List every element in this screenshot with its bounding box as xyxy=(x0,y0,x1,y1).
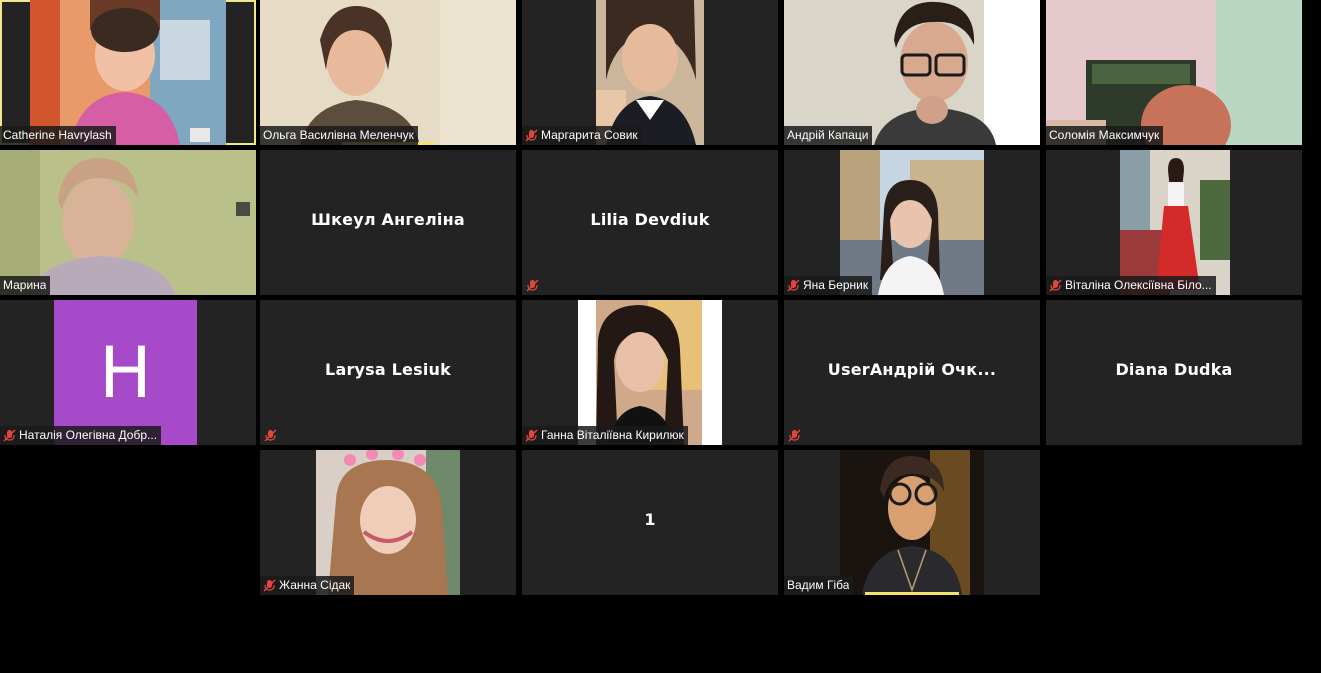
participant-tile-maryna[interactable]: Марина xyxy=(0,150,256,295)
participant-tile-solomiia[interactable]: Соломія Максимчук xyxy=(1046,0,1302,145)
participant-tile-zhanna[interactable]: Жанна Сідак xyxy=(260,450,516,595)
muted-mic-icon xyxy=(525,129,538,142)
speaking-indicator xyxy=(865,592,959,595)
participant-name-label: Андрій Капаци xyxy=(784,126,873,145)
participant-video xyxy=(840,150,984,295)
participant-tile-vitalina[interactable]: Віталіна Олексіївна Біло... xyxy=(1046,150,1302,295)
muted-mic-icon xyxy=(526,279,539,292)
muted-mic-icon xyxy=(1049,279,1062,292)
muted-mic-icon xyxy=(264,429,277,442)
participant-display-name: Larysa Lesiuk xyxy=(325,360,451,379)
participant-tile-yana[interactable]: Яна Берник xyxy=(784,150,1040,295)
participant-name-label: Catherine Havrylash xyxy=(0,126,116,145)
participant-name-label: Віталіна Олексіївна Біло... xyxy=(1046,276,1216,295)
participant-display-name: 1 xyxy=(644,510,656,529)
participant-tile-user-andrii[interactable]: UserАндрій Очк... xyxy=(784,300,1040,445)
muted-mic-icon xyxy=(3,429,16,442)
muted-mic-icon xyxy=(788,429,801,442)
participant-display-name: Lilia Devdiuk xyxy=(590,210,710,229)
gallery-view: Catherine Havrylash Ольга Василівна Меле… xyxy=(0,0,1321,673)
participant-tile-andrii[interactable]: Андрій Капаци xyxy=(784,0,1040,145)
participant-video xyxy=(596,0,704,145)
participant-tile-catherine[interactable]: Catherine Havrylash xyxy=(0,0,256,145)
muted-mic-icon xyxy=(787,279,800,292)
participant-video xyxy=(578,300,722,445)
participant-video xyxy=(30,0,226,145)
participant-tile-lilia[interactable]: Lilia Devdiuk xyxy=(522,150,778,295)
participant-video xyxy=(840,450,984,595)
participant-name-label: Ганна Віталіївна Кирилюк xyxy=(522,426,688,445)
participant-tile-olga[interactable]: Ольга Василівна Меленчук xyxy=(260,0,516,145)
participant-name-label: Маргарита Совик xyxy=(522,126,642,145)
participant-display-name: Diana Dudka xyxy=(1115,360,1233,379)
participant-name-label: Жанна Сідак xyxy=(260,576,355,595)
participant-video xyxy=(784,0,1040,145)
participant-name-label: Яна Берник xyxy=(784,276,873,295)
participant-tile-1[interactable]: 1 xyxy=(522,450,778,595)
participant-tile-shkeul[interactable]: Шкеул Ангеліна xyxy=(260,150,516,295)
participant-display-name: UserАндрій Очк... xyxy=(827,360,997,379)
participant-video xyxy=(316,450,460,595)
participant-name-label: Ольга Василівна Меленчук xyxy=(260,126,418,145)
participant-video xyxy=(0,150,256,295)
participant-video xyxy=(260,0,516,145)
participant-name-label: Соломія Максимчук xyxy=(1046,126,1164,145)
muted-mic-icon xyxy=(263,579,276,592)
participant-display-name: Шкеул Ангеліна xyxy=(311,210,465,229)
participant-video xyxy=(1046,0,1302,145)
participant-name-label: Марина xyxy=(0,276,51,295)
participant-tile-hanna[interactable]: Ганна Віталіївна Кирилюк xyxy=(522,300,778,445)
participant-tile-diana[interactable]: Diana Dudka xyxy=(1046,300,1302,445)
participant-tile-larysa[interactable]: Larysa Lesiuk xyxy=(260,300,516,445)
participant-name-label: Наталія Олегівна Добр... xyxy=(0,426,162,445)
participant-video xyxy=(1120,150,1230,295)
participant-name-label: Вадим Гіба xyxy=(784,576,854,595)
participant-tile-vadym[interactable]: Вадим Гіба xyxy=(784,450,1040,595)
participant-tile-marharyta[interactable]: Маргарита Совик xyxy=(522,0,778,145)
muted-mic-icon xyxy=(525,429,538,442)
participant-avatar: H xyxy=(54,300,197,445)
participant-tile-natalia[interactable]: H Наталія Олегівна Добр... xyxy=(0,300,256,445)
